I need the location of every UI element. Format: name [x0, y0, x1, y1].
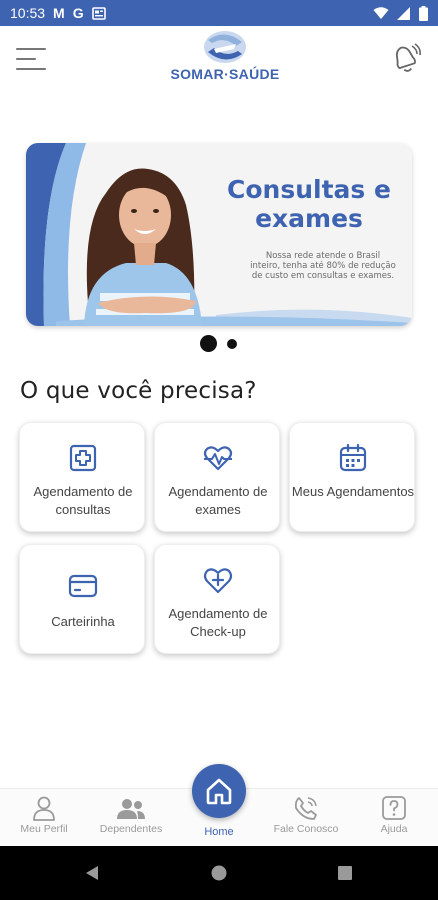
- menu-icon-line: [16, 48, 46, 50]
- nav-ajuda[interactable]: Ajuda: [351, 795, 437, 843]
- battery-icon: [419, 5, 428, 21]
- somar-saude-logo: SOMAR·SAÚDE: [158, 30, 292, 86]
- notification-button[interactable]: [388, 42, 422, 76]
- logo-mark-icon: [204, 31, 246, 63]
- home-icon: [206, 778, 232, 805]
- banner-text: Nossa rede atende o Brasil inteiro, tenh…: [250, 251, 396, 281]
- nav-label: Meu Perfil: [20, 823, 68, 835]
- nav-dependentes[interactable]: Dependentes: [88, 795, 174, 843]
- banner-title: Consultas e exames: [227, 175, 391, 233]
- bell-ringing-icon: [396, 43, 421, 72]
- menu-icon-line: [16, 68, 46, 70]
- service-card-exames[interactable]: Agendamento de exames: [154, 422, 280, 532]
- status-time: 10:53: [10, 5, 46, 21]
- gmail-icon: M: [53, 5, 65, 21]
- status-right: [373, 5, 428, 21]
- wifi-icon: [373, 6, 389, 19]
- news-icon: [91, 6, 106, 20]
- app-header: SOMAR·SAÚDE: [0, 26, 438, 96]
- nav-home-label: Home: [204, 826, 234, 838]
- heart-pulse-icon: [203, 446, 233, 471]
- signal-icon: [397, 6, 410, 20]
- service-card-label: Agendamento de consultas: [33, 484, 133, 517]
- google-icon: G: [72, 5, 84, 21]
- recents-icon[interactable]: [338, 866, 352, 880]
- user-icon: [33, 796, 55, 821]
- service-card-label: Carteirinha: [51, 614, 115, 629]
- banner-illustration: [26, 143, 412, 326]
- medical-plus-icon: [69, 444, 97, 472]
- menu-icon-line: [16, 58, 36, 60]
- promo-banner[interactable]: Consultas e exames Nossa rede atende o B…: [26, 143, 412, 326]
- heart-plus-icon: [203, 568, 233, 594]
- phone-call-icon: [294, 797, 317, 820]
- service-card-consultas[interactable]: Agendamento de consultas: [19, 422, 145, 532]
- calendar-icon: [339, 443, 367, 472]
- nav-meu-perfil[interactable]: Meu Perfil: [1, 795, 87, 843]
- service-card-label: Agendamento de Check-up: [168, 606, 268, 639]
- nav-fale-conosco[interactable]: Fale Conosco: [263, 795, 349, 843]
- status-left: 10:53 M G: [10, 5, 106, 21]
- back-icon[interactable]: [84, 865, 100, 881]
- android-nav-bar: [0, 846, 438, 900]
- service-card-label: Meus Agendamentos: [291, 484, 415, 499]
- menu-button[interactable]: [16, 46, 46, 72]
- nav-label: Ajuda: [380, 823, 408, 835]
- status-bar: 10:53 M G: [0, 0, 438, 26]
- service-card-meus-agendamentos[interactable]: Meus Agendamentos: [289, 422, 415, 532]
- service-card-carteirinha[interactable]: Carteirinha: [19, 544, 145, 654]
- carousel-indicator: [200, 335, 237, 352]
- nav-label: Fale Conosco: [273, 823, 339, 835]
- section-title: O que você precisa?: [20, 378, 257, 404]
- app-screen: 10:53 M G SOMAR·SAÚDE Consultas e exames…: [0, 0, 438, 900]
- help-icon: [382, 796, 406, 820]
- logo-text: SOMAR·SAÚDE: [170, 66, 280, 82]
- service-card-label: Agendamento de exames: [168, 484, 268, 517]
- carousel-dot-active[interactable]: [200, 335, 217, 352]
- carousel-dot[interactable]: [227, 338, 237, 349]
- card-icon: [68, 574, 98, 598]
- nav-label: Dependentes: [99, 823, 163, 835]
- home-circle-icon[interactable]: [211, 865, 227, 881]
- service-card-check-up[interactable]: Agendamento de Check-up: [154, 544, 280, 654]
- nav-home-button[interactable]: [192, 764, 246, 818]
- users-icon: [117, 799, 145, 819]
